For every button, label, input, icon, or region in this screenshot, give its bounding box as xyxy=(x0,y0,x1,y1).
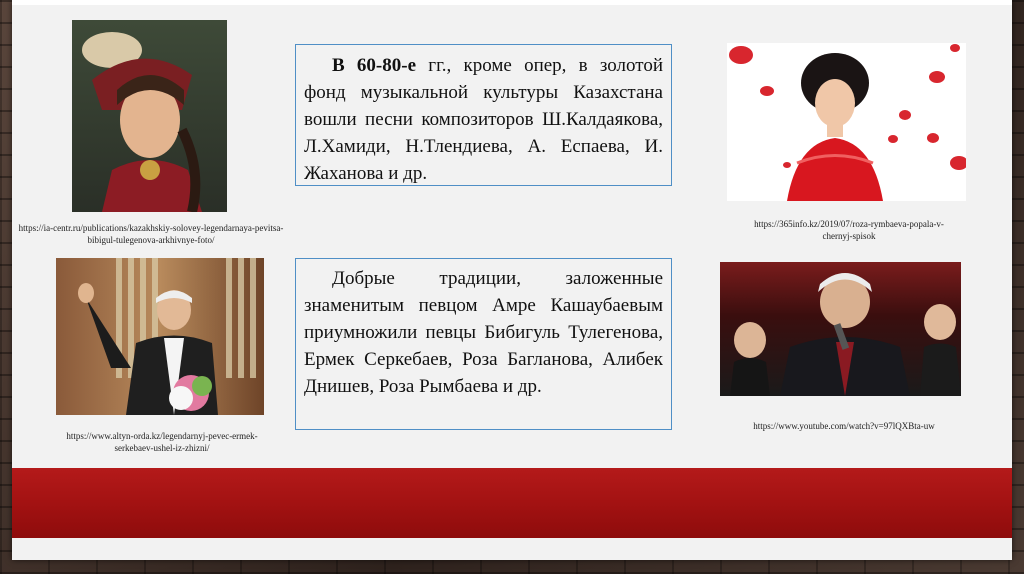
photo-roza-rymbaeva xyxy=(727,43,966,201)
caption-top-right[interactable]: https://365info.kz/2019/07/roza-rymbaeva… xyxy=(744,218,954,242)
slide-top-band xyxy=(12,0,1012,5)
caption-bottom-right[interactable]: https://www.youtube.com/watch?v=97lQXBta… xyxy=(724,420,964,432)
caption-bottom-left[interactable]: https://www.altyn-orda.kz/legendarnyj-pe… xyxy=(62,430,262,454)
slide: https://ia-centr.ru/publications/kazakhs… xyxy=(12,0,1012,560)
text-block-bold-lead: В 60-80-е xyxy=(332,55,417,76)
text-block-composers: В 60-80-е гг., кроме опер, в золотой фон… xyxy=(295,44,672,186)
footer-red-band xyxy=(12,468,1012,538)
text-block-body: Добрые традиции, заложенные знаменитым п… xyxy=(304,268,663,397)
photo-bibigul-tulegenova xyxy=(72,20,227,212)
photo-alibek-dnishev xyxy=(720,262,961,396)
photo-ermek-serkebaev xyxy=(56,258,264,415)
caption-top-left[interactable]: https://ia-centr.ru/publications/kazakhs… xyxy=(17,222,285,246)
text-block-traditions: Добрые традиции, заложенные знаменитым п… xyxy=(295,258,672,430)
